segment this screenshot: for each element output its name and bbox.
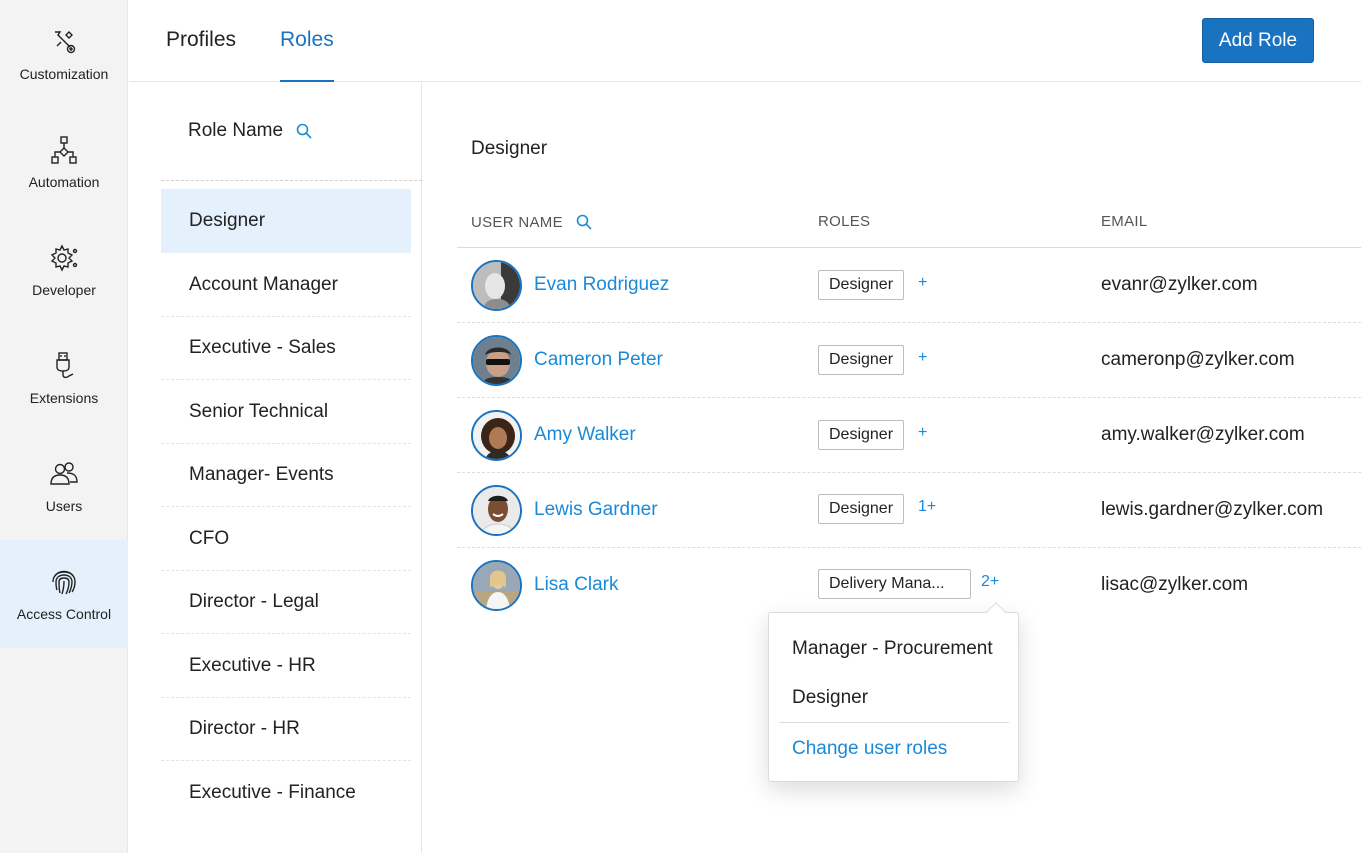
table-row: Cameron Peter Designer + cameronp@zylker…	[457, 323, 1361, 398]
role-chip[interactable]: Designer	[818, 270, 905, 300]
rail-item-customization[interactable]: Customization	[0, 0, 128, 108]
add-role-plus[interactable]: +	[918, 274, 927, 292]
role-chip[interactable]: Delivery Mana...	[818, 569, 971, 599]
add-role-plus[interactable]: +	[918, 424, 927, 442]
user-name-link[interactable]: Lisa Clark	[534, 574, 618, 596]
role-item-manager-events[interactable]: Manager- Events	[161, 443, 411, 507]
add-role-button[interactable]: Add Role	[1202, 18, 1314, 63]
rail-label: Extensions	[29, 390, 99, 406]
user-name-link[interactable]: Cameron Peter	[534, 349, 663, 371]
role-item-director-legal[interactable]: Director - Legal	[161, 570, 411, 634]
popover-role-item: Manager - Procurement	[792, 638, 993, 659]
rail-item-extensions[interactable]: Extensions	[0, 324, 128, 432]
rail-label: Access Control	[16, 606, 112, 622]
user-email: cameronp@zylker.com	[1101, 349, 1295, 370]
customization-icon	[55, 31, 76, 54]
extensions-icon	[56, 352, 74, 379]
role-item-executive-hr[interactable]: Executive - HR	[161, 634, 411, 698]
popover-divider	[779, 722, 1009, 723]
user-name-link[interactable]: Lewis Gardner	[534, 499, 658, 521]
role-chip[interactable]: Designer	[818, 494, 905, 524]
roles-list-panel: Role Name Designer Account Manager Execu…	[129, 82, 422, 853]
roles-popover: Manager - Procurement Designer Change us…	[768, 602, 1019, 782]
more-roles-count[interactable]: 2+	[981, 573, 999, 591]
roles-list-header: Role Name	[161, 82, 422, 181]
role-item-executive-sales[interactable]: Executive - Sales	[161, 316, 411, 380]
role-item-account-manager[interactable]: Account Manager	[161, 253, 411, 317]
table-row: Lewis Gardner Designer 1+ lewis.gardner@…	[457, 473, 1361, 548]
tab-roles[interactable]: Roles	[280, 28, 334, 82]
table-row: Amy Walker Designer + amy.walker@zylker.…	[457, 398, 1361, 473]
add-role-plus[interactable]: +	[918, 349, 927, 367]
avatar	[471, 410, 522, 461]
search-icon[interactable]	[575, 213, 593, 231]
avatar	[471, 485, 522, 536]
role-item-senior-technical[interactable]: Senior Technical	[161, 380, 411, 444]
search-icon[interactable]	[295, 122, 313, 140]
developer-icon	[50, 244, 78, 272]
user-email: lisac@zylker.com	[1101, 574, 1249, 595]
column-header-roles: ROLES	[818, 213, 871, 230]
app-window: Customization Automation Developer Exten…	[0, 0, 1361, 853]
role-chip[interactable]: Designer	[818, 345, 905, 375]
role-item-designer[interactable]: Designer	[161, 189, 411, 253]
rail-item-access-control[interactable]: Access Control	[0, 540, 128, 648]
rail-item-users[interactable]: Users	[0, 432, 128, 540]
tab-profiles[interactable]: Profiles	[166, 28, 236, 82]
column-header-email: EMAIL	[1101, 213, 1148, 230]
rail-label: Customization	[19, 66, 109, 82]
column-label: USER NAME	[471, 213, 563, 231]
change-user-roles-link[interactable]: Change user roles	[792, 738, 947, 760]
role-chip[interactable]: Designer	[818, 420, 905, 450]
rail-item-developer[interactable]: Developer	[0, 216, 128, 324]
rail-label: Automation	[28, 174, 100, 190]
user-email: evanr@zylker.com	[1101, 274, 1258, 295]
rail-label: Users	[45, 498, 83, 514]
role-item-cfo[interactable]: CFO	[161, 507, 411, 571]
user-name-link[interactable]: Evan Rodriguez	[534, 274, 669, 296]
user-email: lewis.gardner@zylker.com	[1101, 499, 1324, 520]
users-icon	[50, 462, 78, 485]
left-nav-rail: Customization Automation Developer Exten…	[0, 0, 128, 853]
role-name-heading: Role Name	[188, 120, 284, 141]
role-item-director-hr[interactable]: Director - HR	[161, 697, 411, 761]
user-name-link[interactable]: Amy Walker	[534, 424, 636, 446]
table-row: Evan Rodriguez Designer + evanr@zylker.c…	[457, 248, 1361, 323]
avatar	[471, 260, 522, 311]
rail-item-automation[interactable]: Automation	[0, 108, 128, 216]
popover-role-item: Designer	[792, 687, 869, 708]
column-header-user-name: USER NAME	[471, 213, 593, 231]
selected-role-title: Designer	[471, 138, 548, 159]
more-roles-count[interactable]: 1+	[918, 498, 936, 516]
avatar	[471, 560, 522, 611]
user-email: amy.walker@zylker.com	[1101, 424, 1305, 445]
top-bar: Profiles Roles Add Role	[129, 0, 1361, 82]
avatar	[471, 335, 522, 386]
role-item-executive-finance[interactable]: Executive - Finance	[161, 761, 411, 825]
automation-icon	[51, 136, 77, 164]
fingerprint-icon	[52, 570, 76, 595]
rail-label: Developer	[32, 282, 96, 298]
